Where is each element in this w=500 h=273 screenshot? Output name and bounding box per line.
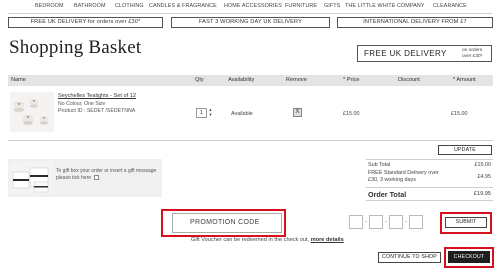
nav-item-candles-fragrance[interactable]: CANDLES & FRAGRANCE xyxy=(149,3,217,9)
basket-table-header: Name Qty Availability Remove * Price Dis… xyxy=(8,75,493,86)
gift-message-text: To gift box your order or insert a gift … xyxy=(56,168,160,182)
delivery-label: FREE Standard Delivery over £30, 3 worki… xyxy=(368,170,439,183)
nav-item-clearance[interactable]: CLEARANCE xyxy=(433,3,467,9)
free-delivery-label: FREE UK DELIVERY xyxy=(364,49,447,58)
product-variant: No Colour, One Size xyxy=(58,101,106,107)
promo-fast-delivery[interactable]: FAST 3 WORKING DAY UK DELIVERY xyxy=(171,17,330,28)
gift-checkbox[interactable] xyxy=(94,175,100,181)
product-name-link[interactable]: Seychelles Tealights - Set of 12 xyxy=(58,93,136,99)
chevron-down-icon[interactable]: ▼ xyxy=(208,112,213,117)
quantity-input[interactable]: 1 xyxy=(196,108,207,118)
column-price: * Price xyxy=(343,77,360,83)
subtotal-value: £15.00 xyxy=(474,162,492,168)
summary-divider-bottom xyxy=(366,200,493,201)
subtotal-label: Sub Total xyxy=(368,162,391,168)
gift-voucher-text: Gift Voucher can be redeemed in the chec… xyxy=(191,237,310,243)
column-amount: * Amount xyxy=(453,77,476,83)
free-delivery-banner: FREE UK DELIVERY on orders over £30* xyxy=(357,45,492,62)
nav-item-little-white-company[interactable]: THE LITTLE WHITE COMPANY xyxy=(345,3,425,9)
free-delivery-note: on orders over £30* xyxy=(462,48,483,59)
remove-item-button[interactable]: X xyxy=(293,108,302,117)
promo-free-delivery[interactable]: FREE UK DELIVERY for orders over £30* xyxy=(8,17,163,28)
summary-divider xyxy=(366,159,493,160)
gift-message-label: To gift box your order or insert a gift … xyxy=(56,168,157,181)
gift-box-image xyxy=(10,162,54,194)
checkout-button[interactable]: CHECKOUT xyxy=(448,251,490,263)
voucher-code-box-1[interactable] xyxy=(349,215,363,229)
product-id: Product ID : SEDET /SEDETNNA xyxy=(58,108,136,114)
code-separator: - xyxy=(385,219,387,225)
nav-item-bathroom[interactable]: BATHROOM xyxy=(74,3,106,9)
row-divider xyxy=(8,140,493,141)
delivery-value: £4.95 xyxy=(477,174,492,180)
page-title: Shopping Basket xyxy=(9,37,142,58)
column-availability: Availability xyxy=(228,77,255,83)
nav-item-home-accessories[interactable]: HOME ACCESSORIES xyxy=(224,3,282,9)
nav-item-gifts[interactable]: GIFTS xyxy=(324,3,340,9)
column-discount: Discount xyxy=(398,77,420,83)
voucher-code-box-4[interactable] xyxy=(409,215,423,229)
nav-item-bedroom[interactable]: BEDROOM xyxy=(35,3,64,9)
voucher-code-box-3[interactable] xyxy=(389,215,403,229)
availability-status: Available xyxy=(231,111,253,117)
nav-divider xyxy=(8,13,492,14)
order-total-label: Order Total xyxy=(368,190,407,199)
product-thumbnail[interactable] xyxy=(10,92,54,132)
order-total-value: £19.95 xyxy=(473,191,491,197)
item-price: £15.00 xyxy=(343,111,360,117)
column-qty: Qty xyxy=(195,77,204,83)
more-details-link[interactable]: more details xyxy=(311,237,344,243)
promo-international-delivery[interactable]: INTERNATIONAL DELIVERY FROM £7 xyxy=(337,17,493,28)
promotion-code-input[interactable]: PROMOTION CODE xyxy=(172,213,282,233)
gift-voucher-note: Gift Voucher can be redeemed in the chec… xyxy=(191,237,344,243)
summary-divider-total xyxy=(366,187,493,188)
continue-shopping-button[interactable]: CONTINUE TO SHOP xyxy=(378,252,441,263)
nav-item-clothing[interactable]: CLOTHING xyxy=(115,3,144,9)
item-amount: £15.00 xyxy=(451,111,468,117)
code-separator: - xyxy=(405,219,407,225)
voucher-code-box-2[interactable] xyxy=(369,215,383,229)
update-button[interactable]: UPDATE xyxy=(438,145,492,155)
quantity-stepper[interactable]: ▲ ▼ xyxy=(208,107,213,117)
column-name: Name xyxy=(11,77,26,83)
submit-promo-button[interactable]: SUBMIT xyxy=(445,217,487,228)
main-navigation: BEDROOM BATHROOM CLOTHING CANDLES & FRAG… xyxy=(0,0,500,12)
nav-item-furniture[interactable]: FURNITURE xyxy=(285,3,317,9)
code-separator: - xyxy=(365,219,367,225)
column-remove: Remove xyxy=(286,77,307,83)
